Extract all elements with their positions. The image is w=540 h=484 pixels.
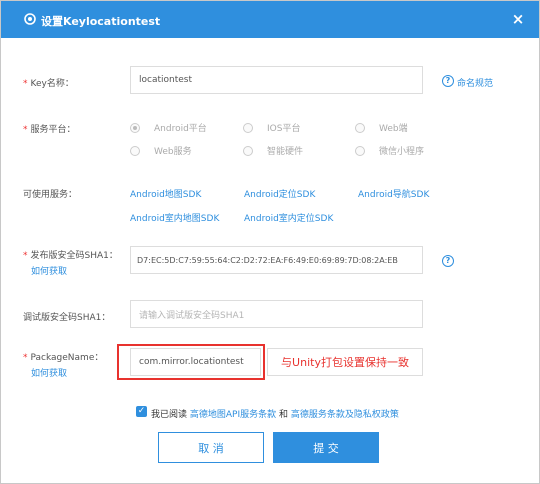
key-name-label: * Key名称：: [23, 79, 74, 89]
service-link[interactable]: Android导航SDK: [358, 187, 429, 200]
api-terms-link[interactable]: 高德地图API服务条款: [190, 410, 276, 420]
radio-android[interactable]: Android平台: [130, 121, 207, 134]
gear-icon: [24, 13, 36, 25]
close-icon[interactable]: ×: [509, 10, 527, 28]
privacy-policy-link[interactable]: 高德服务条款及隐私权政策: [291, 410, 399, 420]
service-link[interactable]: Android室内定位SDK: [244, 211, 333, 224]
service-link[interactable]: Android室内地图SDK: [130, 211, 219, 224]
highlight-box: [117, 344, 265, 380]
cancel-button[interactable]: 取 消: [158, 432, 264, 463]
release-sha1-label: * 发布版安全码SHA1：: [23, 251, 118, 261]
debug-sha1-input[interactable]: 请输入调试版安全码SHA1: [130, 300, 423, 328]
naming-rules-link[interactable]: 命名规范: [457, 76, 493, 89]
dialog-title: 设置Keylocationtest: [41, 15, 161, 28]
help-icon: ?: [442, 75, 454, 87]
package-howto-link[interactable]: 如何获取: [31, 366, 67, 379]
settings-dialog: 设置Keylocationtest × * Key名称： locationtest…: [0, 0, 540, 484]
help-icon[interactable]: ?: [442, 255, 454, 267]
service-link[interactable]: Android地图SDK: [130, 187, 201, 200]
service-link[interactable]: Android定位SDK: [244, 187, 315, 200]
release-sha1-howto-link[interactable]: 如何获取: [31, 264, 67, 277]
key-name-input[interactable]: locationtest: [130, 66, 423, 94]
radio-web[interactable]: Web端: [355, 121, 408, 134]
submit-button[interactable]: 提 交: [273, 432, 379, 463]
package-name-label: * PackageName：: [23, 353, 104, 363]
radio-web-service[interactable]: Web服务: [130, 144, 192, 157]
radio-smart-hardware[interactable]: 智能硬件: [243, 144, 303, 157]
debug-sha1-label: 调试版安全码SHA1：: [23, 313, 111, 323]
radio-ios[interactable]: IOS平台: [243, 121, 300, 134]
agreement-text: 我已阅读 高德地图API服务条款 和 高德服务条款及隐私权政策: [151, 410, 399, 420]
annotation-note: 与Unity打包设置保持一致: [267, 348, 423, 376]
release-sha1-input[interactable]: D7:EC:5D:C7:59:55:64:C2:D2:72:EA:F6:49:E…: [130, 246, 423, 274]
dialog-titlebar: 设置Keylocationtest ×: [1, 1, 539, 38]
agree-checkbox[interactable]: ✓: [136, 406, 147, 417]
radio-wechat-miniprogram[interactable]: 微信小程序: [355, 144, 424, 157]
services-label: 可使用服务：: [23, 190, 78, 200]
platform-label: * 服务平台：: [23, 125, 76, 135]
